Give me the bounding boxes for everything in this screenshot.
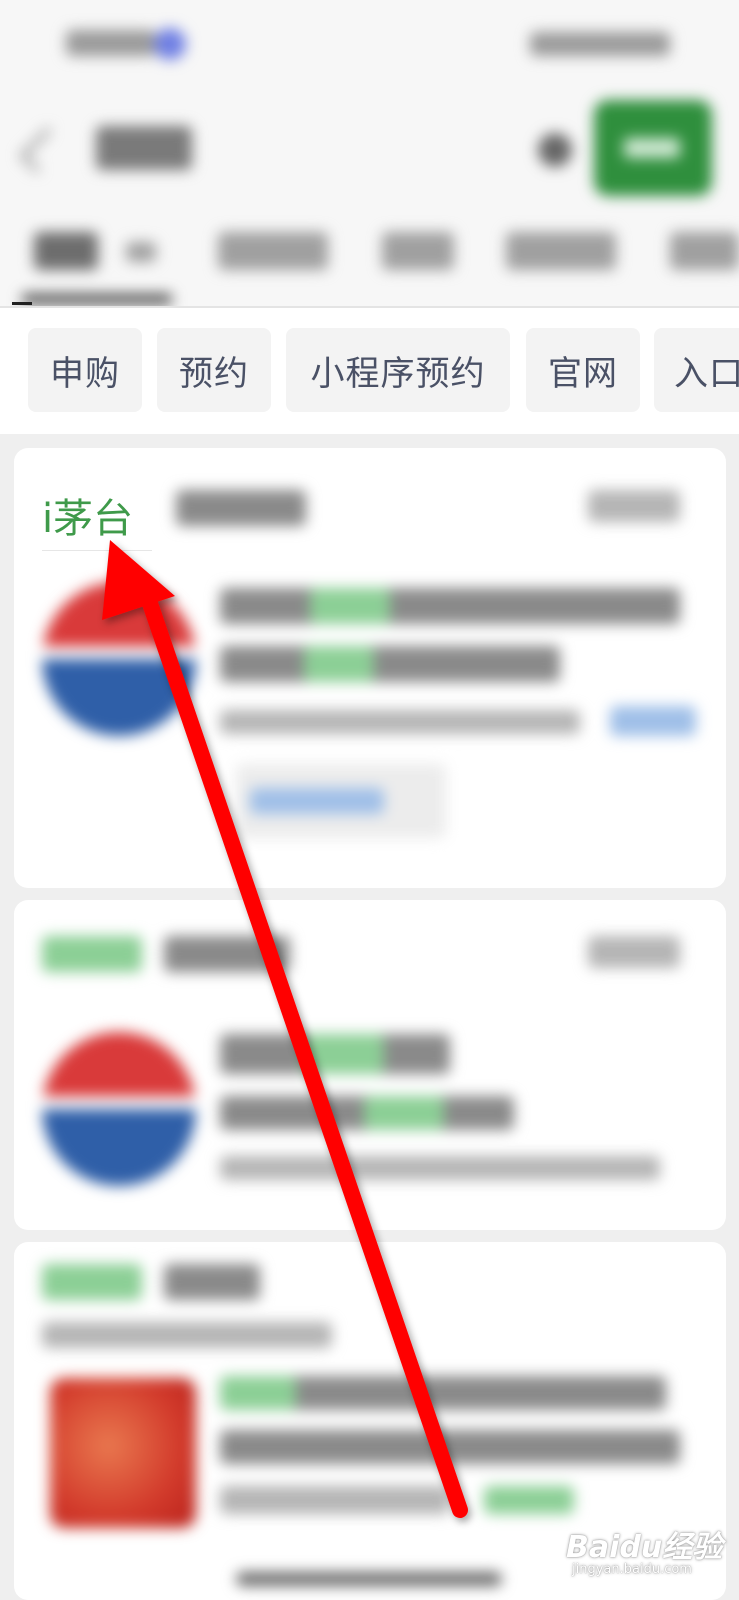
result-title-highlight (310, 588, 390, 624)
result-title-line-1 (220, 588, 680, 624)
status-icons (530, 32, 670, 56)
site-thumbnail (50, 1378, 196, 1528)
watermark-brand: Baidu经验 (566, 1530, 723, 1565)
result-card-official-account[interactable]: i茅台 (14, 448, 726, 888)
account-name[interactable]: i茅台 (42, 486, 140, 544)
clear-icon[interactable] (538, 133, 572, 167)
result-action-label (250, 788, 384, 814)
tab-item-3[interactable] (382, 232, 454, 270)
search-button[interactable] (594, 100, 712, 196)
chip-entrance[interactable]: 入口 (654, 328, 739, 412)
result-description (220, 1156, 660, 1180)
watermark: Baidu经验 jingyan.baidu.com (566, 1522, 722, 1577)
tab-item-2[interactable] (218, 232, 328, 270)
tab-edge-mark (12, 302, 32, 305)
card-type-label (164, 1264, 260, 1300)
status-time (66, 30, 156, 56)
result-title-highlight (220, 1376, 296, 1410)
result-description (220, 1486, 450, 1514)
result-subtitle-highlight (364, 1096, 444, 1130)
card-type-label (164, 936, 290, 972)
result-title-highlight (304, 1034, 384, 1074)
result-description-highlight (484, 1486, 574, 1514)
active-tab-indicator (22, 294, 172, 304)
result-title-highlight-2 (304, 646, 374, 682)
result-tag-badge (610, 706, 696, 736)
tab-item-5[interactable] (670, 232, 739, 270)
search-input[interactable] (96, 126, 192, 170)
card-keyword-highlight (42, 1264, 142, 1300)
status-indicator-icon (154, 28, 186, 60)
account-avatar (42, 582, 196, 736)
tab-all-chevron-icon[interactable] (126, 242, 156, 262)
result-card-mini-program[interactable] (14, 900, 726, 1230)
chip-miniprogram-reserve[interactable]: 小程序预约 (286, 328, 510, 412)
card-more-link[interactable] (588, 936, 680, 968)
card-type-label (176, 490, 306, 526)
tab-item-4[interactable] (506, 232, 616, 270)
filter-chips-row: 申购 预约 小程序预约 官网 入口 (0, 308, 739, 434)
mini-program-avatar (42, 1032, 196, 1186)
result-title-line-2 (220, 1430, 680, 1464)
tab-all[interactable] (34, 232, 98, 270)
account-name-divider (42, 550, 152, 551)
back-arrow-icon[interactable] (19, 127, 65, 173)
search-header (0, 0, 739, 308)
home-indicator (236, 1572, 502, 1586)
result-description (220, 710, 580, 734)
card-subtitle (42, 1322, 332, 1348)
chip-official-site[interactable]: 官网 (526, 328, 640, 412)
card-keyword-highlight (42, 936, 142, 972)
card-more-link[interactable] (588, 490, 680, 522)
chip-reserve[interactable]: 预约 (157, 328, 271, 412)
result-title-line-2 (220, 646, 560, 682)
chip-apply[interactable]: 申购 (28, 328, 142, 412)
